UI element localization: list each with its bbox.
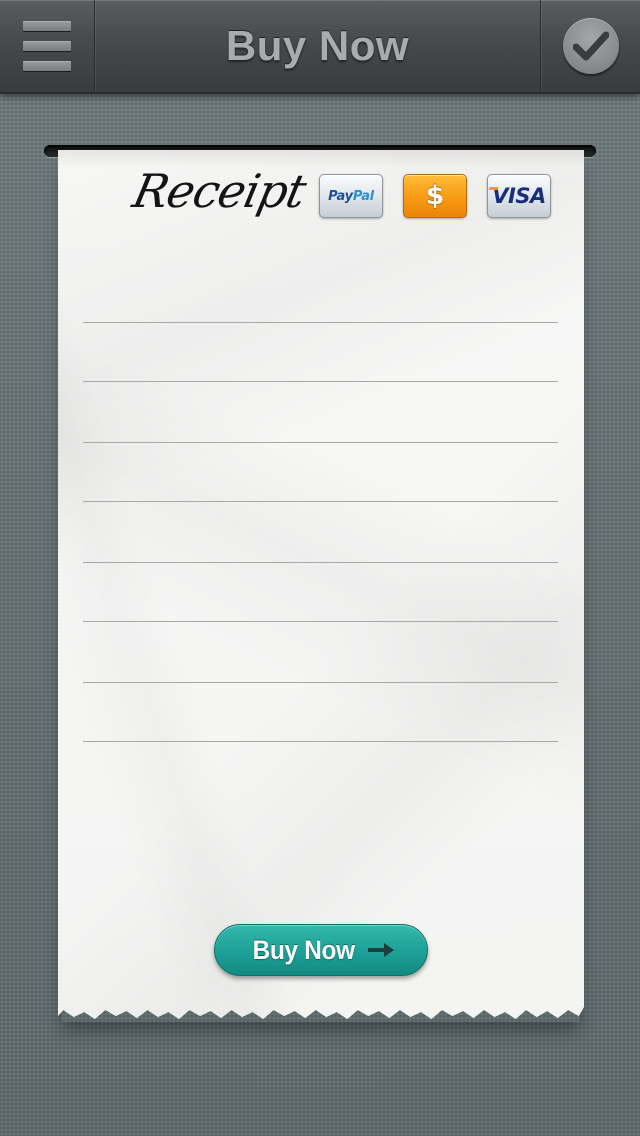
cash-icon: $	[425, 181, 445, 211]
menu-button[interactable]	[0, 0, 95, 92]
check-icon	[562, 18, 619, 74]
page-title: Buy Now	[225, 22, 410, 69]
receipt-line	[83, 741, 558, 742]
visa-button[interactable]: VISA	[487, 174, 551, 218]
receipt-line	[83, 442, 558, 443]
paypal-icon: PayPal	[328, 188, 374, 204]
receipt-line	[83, 322, 558, 323]
receipt-lines	[83, 322, 558, 742]
receipt-line	[83, 381, 558, 382]
buy-now-button[interactable]: Buy Now	[214, 924, 428, 976]
buy-now-label: Buy Now	[252, 934, 356, 965]
menu-icon	[23, 21, 71, 71]
paypal-button[interactable]: PayPal	[319, 174, 383, 218]
confirm-button[interactable]	[540, 0, 640, 92]
receipt-paper: Receipt PayPal $ VISA Buy Now	[58, 150, 584, 1019]
receipt-line	[83, 501, 558, 502]
navigation-bar: Buy Now	[0, 0, 640, 94]
receipt-line	[83, 682, 558, 683]
receipt-title: Receipt	[128, 164, 311, 218]
receipt-line	[83, 621, 558, 622]
arrow-right-icon	[367, 942, 395, 958]
receipt-line	[83, 562, 558, 563]
cash-button[interactable]: $	[403, 174, 467, 218]
visa-icon: VISA	[492, 184, 546, 208]
